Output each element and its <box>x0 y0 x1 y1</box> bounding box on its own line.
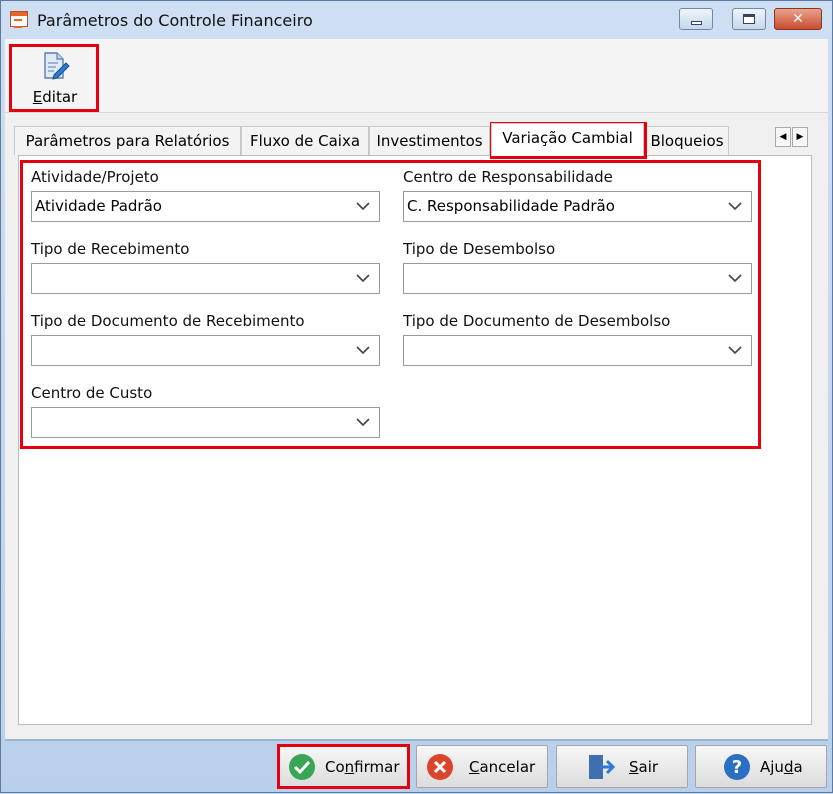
check-circle-icon <box>289 754 315 780</box>
sair-label: Sair <box>629 758 659 776</box>
tab-investimentos[interactable]: Investimentos <box>369 126 490 155</box>
cancelar-label: Cancelar <box>469 758 536 776</box>
tab-panel-variacao-cambial: Atividade/Projeto Atividade Padrão Centr… <box>18 155 812 725</box>
app-icon <box>10 11 28 28</box>
edit-document-icon <box>44 52 70 80</box>
chevron-down-icon <box>356 346 370 355</box>
tipo-documento-desembolso-combo[interactable] <box>403 335 752 366</box>
arrow-right-icon: ▶ <box>796 132 804 142</box>
chevron-down-icon <box>728 202 742 211</box>
edit-button-label: Editar <box>32 88 78 106</box>
cancel-circle-icon <box>427 754 453 780</box>
atividade-combo[interactable]: Atividade Padrão <box>31 191 380 222</box>
sair-button[interactable]: Sair <box>556 745 688 788</box>
tipo-desembolso-label: Tipo de Desembolso <box>403 240 556 258</box>
maximize-icon <box>743 14 755 24</box>
close-button[interactable]: ✕ <box>774 8 822 30</box>
chevron-down-icon <box>356 418 370 427</box>
chevron-down-icon <box>356 202 370 211</box>
confirmar-button[interactable]: Confirmar <box>278 745 410 788</box>
window-title: Parâmetros do Controle Financeiro <box>37 11 313 30</box>
ajuda-label: Ajuda <box>760 758 803 776</box>
edit-button[interactable]: Editar <box>11 45 99 109</box>
atividade-value: Atividade Padrão <box>35 197 162 215</box>
chevron-down-icon <box>356 274 370 283</box>
button-bar: Confirmar Cancelar Sair ? Ajuda <box>5 741 828 794</box>
window: Parâmetros do Controle Financeiro ✕ Edit… <box>0 0 833 793</box>
tipo-desembolso-combo[interactable] <box>403 263 752 294</box>
tab-fluxo-de-caixa[interactable]: Fluxo de Caixa <box>241 126 369 155</box>
tipo-recebimento-combo[interactable] <box>31 263 380 294</box>
tab-scroll-right-button[interactable]: ▶ <box>792 127 808 147</box>
tipo-documento-desembolso-label: Tipo de Documento de Desembolso <box>403 312 671 330</box>
close-icon: ✕ <box>792 11 804 27</box>
exit-door-icon <box>589 755 615 779</box>
cancelar-button[interactable]: Cancelar <box>416 745 548 788</box>
tab-bloqueios[interactable]: Bloqueios <box>645 126 729 155</box>
tipo-documento-recebimento-combo[interactable] <box>31 335 380 366</box>
tab-parametros-relatorios[interactable]: Parâmetros para Relatórios <box>14 126 241 155</box>
centro-custo-combo[interactable] <box>31 407 380 438</box>
title-bar[interactable]: Parâmetros do Controle Financeiro ✕ <box>1 1 832 39</box>
chevron-down-icon <box>728 274 742 283</box>
toolbar: Editar <box>5 39 828 113</box>
client-area: Parâmetros para Relatórios Fluxo de Caix… <box>5 113 828 739</box>
minimize-icon <box>690 21 702 25</box>
tab-variacao-cambial[interactable]: Variação Cambial <box>491 123 644 156</box>
confirmar-label: Confirmar <box>325 758 400 776</box>
chevron-down-icon <box>728 346 742 355</box>
tipo-recebimento-label: Tipo de Recebimento <box>31 240 190 258</box>
atividade-label: Atividade/Projeto <box>31 168 159 186</box>
minimize-button[interactable] <box>679 8 713 30</box>
centro-responsabilidade-value: C. Responsabilidade Padrão <box>407 197 615 215</box>
centro-responsabilidade-label: Centro de Responsabilidade <box>403 168 613 186</box>
ajuda-button[interactable]: ? Ajuda <box>695 745 827 788</box>
centro-responsabilidade-combo[interactable]: C. Responsabilidade Padrão <box>403 191 752 222</box>
centro-custo-label: Centro de Custo <box>31 384 153 402</box>
svg-text:?: ? <box>732 757 742 778</box>
maximize-button[interactable] <box>732 8 766 30</box>
tab-scroll-left-button[interactable]: ◀ <box>775 127 791 147</box>
tab-strip: Parâmetros para Relatórios Fluxo de Caix… <box>14 123 812 156</box>
tipo-documento-recebimento-label: Tipo de Documento de Recebimento <box>31 312 305 330</box>
arrow-left-icon: ◀ <box>779 132 787 142</box>
help-circle-icon: ? <box>724 754 750 780</box>
